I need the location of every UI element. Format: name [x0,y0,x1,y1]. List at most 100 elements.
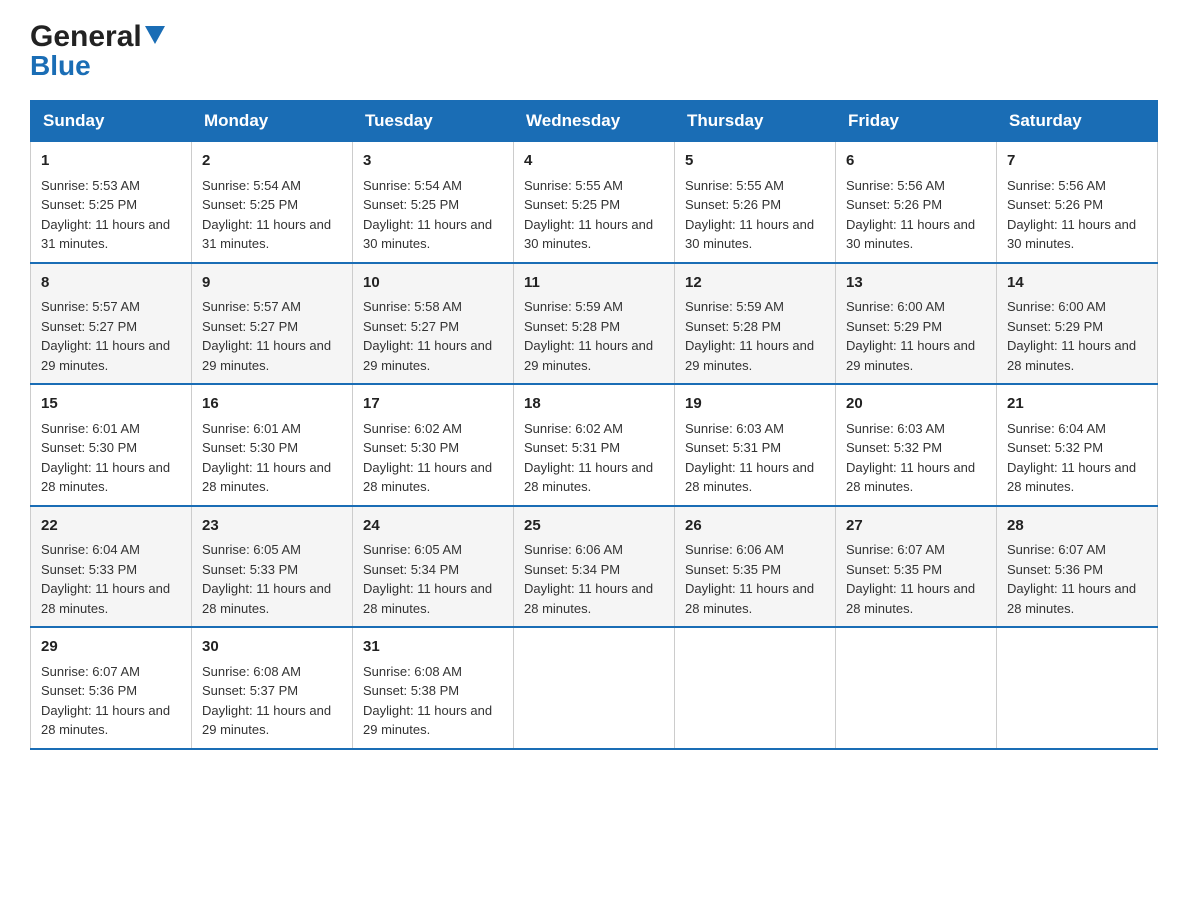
day-sunset: Sunset: 5:25 PM [202,197,298,212]
day-sunrise: Sunrise: 5:54 AM [202,178,301,193]
day-daylight: Daylight: 11 hours and 28 minutes. [41,703,170,738]
weekday-header-tuesday: Tuesday [353,101,514,142]
day-sunrise: Sunrise: 6:01 AM [202,421,301,436]
day-daylight: Daylight: 11 hours and 28 minutes. [524,460,653,495]
day-sunrise: Sunrise: 6:08 AM [202,664,301,679]
day-daylight: Daylight: 11 hours and 28 minutes. [846,460,975,495]
day-daylight: Daylight: 11 hours and 28 minutes. [41,581,170,616]
day-sunrise: Sunrise: 5:59 AM [524,299,623,314]
calendar-day-cell: 8 Sunrise: 5:57 AM Sunset: 5:27 PM Dayli… [31,263,192,385]
day-daylight: Daylight: 11 hours and 28 minutes. [846,581,975,616]
day-number: 12 [685,272,825,295]
day-sunset: Sunset: 5:32 PM [846,440,942,455]
day-sunrise: Sunrise: 6:06 AM [524,542,623,557]
day-number: 3 [363,150,503,173]
logo: General Blue [30,20,165,82]
weekday-header-sunday: Sunday [31,101,192,142]
calendar-table: SundayMondayTuesdayWednesdayThursdayFrid… [30,100,1158,750]
day-sunset: Sunset: 5:37 PM [202,683,298,698]
day-number: 10 [363,272,503,295]
day-number: 9 [202,272,342,295]
weekday-header-friday: Friday [836,101,997,142]
day-sunset: Sunset: 5:28 PM [685,319,781,334]
day-sunset: Sunset: 5:38 PM [363,683,459,698]
calendar-day-cell: 16 Sunrise: 6:01 AM Sunset: 5:30 PM Dayl… [192,384,353,506]
day-sunrise: Sunrise: 5:57 AM [41,299,140,314]
day-sunrise: Sunrise: 6:01 AM [41,421,140,436]
logo-general-text: General [30,20,165,54]
calendar-day-cell: 12 Sunrise: 5:59 AM Sunset: 5:28 PM Dayl… [675,263,836,385]
calendar-header-row: SundayMondayTuesdayWednesdayThursdayFrid… [31,101,1158,142]
day-sunrise: Sunrise: 6:04 AM [41,542,140,557]
day-number: 23 [202,515,342,538]
day-number: 22 [41,515,181,538]
day-sunrise: Sunrise: 5:55 AM [685,178,784,193]
day-sunset: Sunset: 5:29 PM [1007,319,1103,334]
day-sunrise: Sunrise: 5:55 AM [524,178,623,193]
weekday-header-monday: Monday [192,101,353,142]
day-sunset: Sunset: 5:26 PM [1007,197,1103,212]
day-sunset: Sunset: 5:26 PM [846,197,942,212]
day-daylight: Daylight: 11 hours and 28 minutes. [363,460,492,495]
day-number: 11 [524,272,664,295]
day-sunset: Sunset: 5:34 PM [524,562,620,577]
day-sunset: Sunset: 5:31 PM [685,440,781,455]
day-sunrise: Sunrise: 6:07 AM [846,542,945,557]
calendar-day-cell [675,627,836,749]
calendar-day-cell: 19 Sunrise: 6:03 AM Sunset: 5:31 PM Dayl… [675,384,836,506]
day-sunset: Sunset: 5:33 PM [41,562,137,577]
day-sunrise: Sunrise: 6:03 AM [846,421,945,436]
day-daylight: Daylight: 11 hours and 29 minutes. [202,703,331,738]
day-number: 19 [685,393,825,416]
calendar-week-row: 22 Sunrise: 6:04 AM Sunset: 5:33 PM Dayl… [31,506,1158,628]
day-sunrise: Sunrise: 6:05 AM [202,542,301,557]
calendar-week-row: 15 Sunrise: 6:01 AM Sunset: 5:30 PM Dayl… [31,384,1158,506]
day-daylight: Daylight: 11 hours and 28 minutes. [685,581,814,616]
calendar-day-cell: 26 Sunrise: 6:06 AM Sunset: 5:35 PM Dayl… [675,506,836,628]
day-daylight: Daylight: 11 hours and 28 minutes. [41,460,170,495]
calendar-day-cell: 14 Sunrise: 6:00 AM Sunset: 5:29 PM Dayl… [997,263,1158,385]
calendar-day-cell: 21 Sunrise: 6:04 AM Sunset: 5:32 PM Dayl… [997,384,1158,506]
day-number: 8 [41,272,181,295]
day-daylight: Daylight: 11 hours and 28 minutes. [1007,581,1136,616]
day-sunset: Sunset: 5:25 PM [41,197,137,212]
calendar-day-cell: 27 Sunrise: 6:07 AM Sunset: 5:35 PM Dayl… [836,506,997,628]
day-number: 5 [685,150,825,173]
day-daylight: Daylight: 11 hours and 29 minutes. [202,338,331,373]
day-sunrise: Sunrise: 6:07 AM [41,664,140,679]
day-sunset: Sunset: 5:25 PM [363,197,459,212]
day-sunset: Sunset: 5:35 PM [685,562,781,577]
day-sunset: Sunset: 5:33 PM [202,562,298,577]
calendar-day-cell: 22 Sunrise: 6:04 AM Sunset: 5:33 PM Dayl… [31,506,192,628]
day-number: 1 [41,150,181,173]
calendar-day-cell: 20 Sunrise: 6:03 AM Sunset: 5:32 PM Dayl… [836,384,997,506]
calendar-day-cell: 4 Sunrise: 5:55 AM Sunset: 5:25 PM Dayli… [514,142,675,263]
calendar-day-cell: 30 Sunrise: 6:08 AM Sunset: 5:37 PM Dayl… [192,627,353,749]
day-sunrise: Sunrise: 5:56 AM [846,178,945,193]
calendar-day-cell: 25 Sunrise: 6:06 AM Sunset: 5:34 PM Dayl… [514,506,675,628]
day-sunset: Sunset: 5:30 PM [41,440,137,455]
calendar-week-row: 8 Sunrise: 5:57 AM Sunset: 5:27 PM Dayli… [31,263,1158,385]
calendar-day-cell: 11 Sunrise: 5:59 AM Sunset: 5:28 PM Dayl… [514,263,675,385]
calendar-day-cell: 5 Sunrise: 5:55 AM Sunset: 5:26 PM Dayli… [675,142,836,263]
day-sunrise: Sunrise: 6:02 AM [524,421,623,436]
calendar-week-row: 1 Sunrise: 5:53 AM Sunset: 5:25 PM Dayli… [31,142,1158,263]
day-sunrise: Sunrise: 6:05 AM [363,542,462,557]
calendar-day-cell: 31 Sunrise: 6:08 AM Sunset: 5:38 PM Dayl… [353,627,514,749]
day-number: 28 [1007,515,1147,538]
day-daylight: Daylight: 11 hours and 28 minutes. [1007,338,1136,373]
weekday-header-wednesday: Wednesday [514,101,675,142]
day-number: 17 [363,393,503,416]
day-number: 13 [846,272,986,295]
calendar-day-cell [514,627,675,749]
day-daylight: Daylight: 11 hours and 28 minutes. [685,460,814,495]
day-number: 7 [1007,150,1147,173]
day-daylight: Daylight: 11 hours and 30 minutes. [846,217,975,252]
day-sunrise: Sunrise: 6:07 AM [1007,542,1106,557]
day-number: 18 [524,393,664,416]
calendar-day-cell [997,627,1158,749]
day-sunset: Sunset: 5:27 PM [41,319,137,334]
day-sunset: Sunset: 5:30 PM [363,440,459,455]
calendar-day-cell: 2 Sunrise: 5:54 AM Sunset: 5:25 PM Dayli… [192,142,353,263]
day-number: 16 [202,393,342,416]
